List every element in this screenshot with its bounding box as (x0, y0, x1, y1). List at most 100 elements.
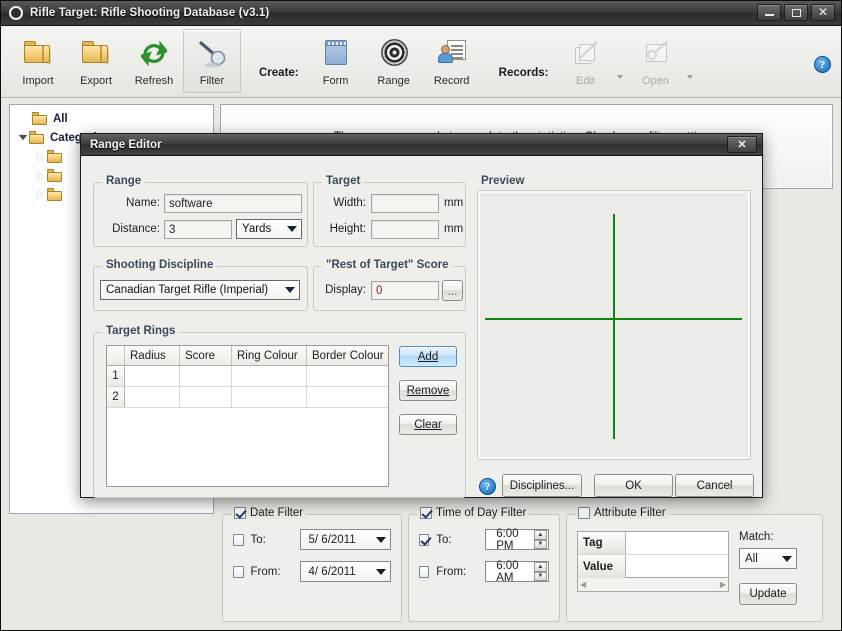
toolbar-button-export[interactable]: Export (67, 29, 125, 93)
chevron-down-icon-open[interactable] (686, 74, 693, 79)
scroll-right-icon[interactable]: ▶ (720, 580, 726, 589)
rest-of-target-display-label: Display: (325, 284, 366, 296)
chevron-down-icon[interactable] (287, 226, 297, 232)
date-filter-from-checkbox[interactable] (233, 565, 244, 578)
date-filter-from-value: 4/ 6/2011 (308, 565, 356, 578)
remove-ring-button[interactable]: Remove (399, 380, 457, 401)
chevron-right-icon[interactable] (34, 190, 47, 199)
dialog-help-icon[interactable]: ? (479, 478, 496, 495)
toolbar-button-edit[interactable]: Edit (557, 29, 615, 93)
cell-score[interactable] (180, 387, 232, 407)
help-icon[interactable]: ? (814, 56, 831, 73)
attribute-table-scrollbar[interactable]: ◀ ▶ (577, 578, 729, 592)
match-select[interactable]: All (739, 548, 797, 569)
chevron-down-icon[interactable] (376, 536, 386, 543)
time-filter-from-checkbox[interactable] (419, 565, 430, 578)
time-filter-from-input[interactable]: 6:00 AM ▲ ▼ (485, 560, 549, 584)
range-name-input[interactable]: software (164, 194, 302, 213)
date-filter-legend: Date Filter (231, 507, 307, 519)
rest-of-target-group: "Rest of Target" Score Display: 0 ... (313, 259, 466, 311)
date-filter-to-label: To: (250, 533, 266, 546)
time-filter-to-input[interactable]: 6:00 PM ▲ ▼ (485, 528, 549, 552)
cell-ring-colour[interactable] (232, 366, 307, 386)
cell-ring-colour[interactable] (232, 387, 307, 407)
scroll-left-icon[interactable]: ◀ (580, 580, 586, 589)
folder-icon (29, 131, 45, 144)
toolbar-button-refresh[interactable]: Refresh (125, 29, 183, 93)
cell-border-colour[interactable] (307, 387, 388, 407)
clear-rings-button[interactable]: Clear (399, 414, 457, 435)
time-filter-checkbox[interactable] (420, 507, 432, 519)
cell-border-colour[interactable] (307, 366, 388, 386)
date-filter-from-input[interactable]: 4/ 6/2011 (299, 561, 391, 582)
chevron-right-icon[interactable] (34, 171, 47, 180)
table-header-index (107, 346, 125, 365)
toolbar-label-form: Form (322, 75, 349, 87)
table-row[interactable]: Value (578, 555, 728, 578)
clear-rings-label: Clear (414, 418, 442, 431)
range-group: Range Name: software Distance: 3 Yards (93, 175, 308, 247)
update-button[interactable]: Update (739, 583, 797, 605)
cell-radius[interactable] (125, 387, 180, 407)
chevron-down-icon[interactable] (285, 287, 295, 293)
chevron-down-icon[interactable] (782, 555, 792, 562)
range-distance-input[interactable]: 3 (164, 220, 232, 239)
attribute-match-column: Match: All Update (739, 531, 799, 605)
disciplines-button[interactable]: Disciplines... (502, 474, 582, 497)
window-controls: ✕ (757, 4, 835, 21)
attribute-value-cell[interactable] (626, 555, 728, 578)
toolbar-label-export: Export (80, 75, 112, 87)
rest-of-target-display-input[interactable]: 0 (371, 281, 439, 300)
date-filter-checkbox[interactable] (234, 507, 246, 519)
add-ring-button[interactable]: Add (399, 346, 457, 367)
chevron-down-icon[interactable] (376, 568, 386, 575)
chevron-down-icon-edit[interactable] (616, 74, 623, 79)
table-row[interactable]: Tag (578, 532, 728, 555)
target-height-label: Height: (329, 223, 366, 235)
range-editor-dialog: Range Editor ✕ Range Name: software Dist… (80, 133, 763, 498)
ok-button[interactable]: OK (594, 474, 673, 497)
toolbar-label-record: Record (433, 75, 470, 87)
chevron-down-icon[interactable] (16, 135, 29, 140)
stepper-arrows-icon[interactable]: ▲ ▼ (533, 530, 547, 549)
tree-item-all[interactable]: All (10, 109, 213, 128)
folder-icon (79, 37, 113, 69)
date-filter-to-input[interactable]: 5/ 6/2011 (299, 529, 391, 550)
crosshair-vertical (613, 214, 615, 439)
cell-radius[interactable] (125, 366, 180, 386)
date-filter-to-checkbox[interactable] (233, 533, 244, 546)
toolbar-button-form[interactable]: Form (307, 29, 365, 93)
chevron-right-icon[interactable] (34, 152, 47, 161)
stepper-arrows-icon[interactable]: ▲ ▼ (533, 562, 547, 581)
attribute-tag-cell[interactable] (626, 532, 728, 554)
toolbar-label-filter: Filter (199, 75, 225, 87)
toolbar-button-range[interactable]: Range (365, 29, 423, 93)
table-row[interactable]: 1 (107, 366, 388, 387)
toolbar-button-import[interactable]: Import (9, 29, 67, 93)
minimize-button[interactable] (757, 4, 781, 21)
target-height-input[interactable] (371, 220, 439, 239)
rest-of-target-browse-button[interactable]: ... (442, 280, 463, 301)
attribute-filter-checkbox[interactable] (578, 507, 590, 519)
attribute-table[interactable]: Tag Value (577, 531, 729, 578)
time-filter-to-label: To: (436, 533, 452, 546)
toolbar-button-record[interactable]: Record (423, 29, 481, 93)
target-width-input[interactable] (371, 194, 439, 213)
toolbar-button-filter[interactable]: Filter (183, 29, 241, 93)
cancel-button[interactable]: Cancel (675, 474, 754, 497)
target-rings-table[interactable]: Radius Score Ring Colour Border Colour 1… (106, 345, 389, 487)
preview-canvas[interactable] (477, 190, 751, 460)
folder-icon (47, 150, 63, 163)
shooting-discipline-select[interactable]: Canadian Target Rifle (Imperial) (100, 280, 300, 300)
date-filter-label: Date Filter (250, 507, 304, 519)
cell-score[interactable] (180, 366, 232, 386)
dialog-close-button[interactable]: ✕ (727, 136, 757, 153)
window-title: Rifle Target: Rifle Shooting Database (v… (30, 7, 270, 19)
toolbar-group-create-label: Create: (259, 66, 299, 79)
close-button[interactable]: ✕ (811, 4, 835, 21)
toolbar-button-open[interactable]: Open (627, 29, 685, 93)
time-filter-to-checkbox[interactable] (419, 533, 430, 546)
table-row[interactable]: 2 (107, 387, 388, 408)
maximize-button[interactable] (784, 4, 808, 21)
range-units-select[interactable]: Yards (236, 219, 302, 239)
